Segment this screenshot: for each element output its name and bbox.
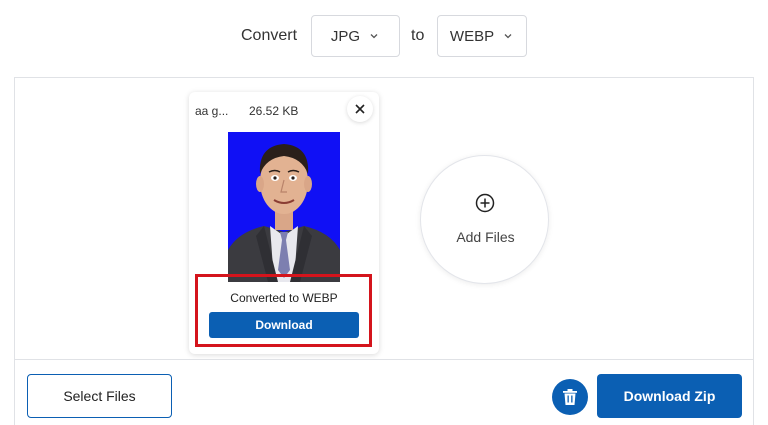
chevron-down-icon: [504, 34, 512, 39]
file-size: 26.52 KB: [249, 104, 299, 118]
portrait-image: [228, 132, 340, 282]
clear-files-button[interactable]: [552, 379, 588, 415]
chevron-down-icon: [370, 34, 378, 39]
file-name: aa g...: [195, 104, 229, 118]
file-thumbnail: [228, 132, 340, 282]
close-icon: [355, 104, 365, 114]
trash-icon: [563, 389, 577, 405]
from-format-select[interactable]: JPG: [311, 15, 400, 57]
conversion-status: Converted to WEBP: [230, 291, 338, 305]
to-format-value: WEBP: [449, 27, 495, 45]
download-button[interactable]: Download: [209, 312, 359, 338]
remove-file-button[interactable]: [347, 96, 373, 122]
from-format-value: JPG: [330, 27, 361, 45]
plus-circle-icon: [475, 193, 495, 213]
download-zip-button[interactable]: Download Zip: [597, 374, 742, 418]
to-format-select[interactable]: WEBP: [437, 15, 527, 57]
file-card: aa g... 26.52 KB Converted to WEBP Downl…: [189, 92, 379, 354]
convert-label: Convert: [241, 27, 298, 44]
select-files-button[interactable]: Select Files: [27, 374, 172, 418]
add-files-label: Add Files: [456, 229, 515, 245]
add-files-button[interactable]: Add Files: [420, 155, 549, 284]
to-label: to: [411, 27, 425, 44]
file-drop-area[interactable]: [14, 77, 754, 360]
